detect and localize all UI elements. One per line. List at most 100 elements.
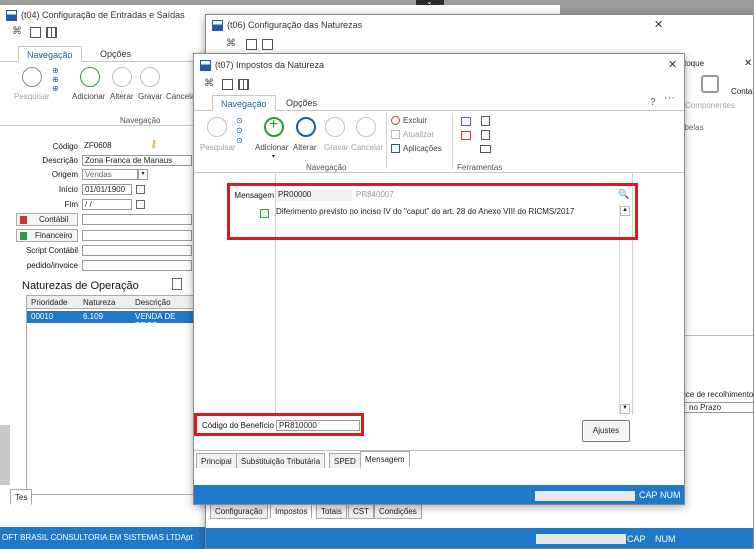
script-field[interactable] bbox=[82, 245, 192, 256]
grid-icon[interactable] bbox=[262, 39, 273, 50]
tab-substituicao-tributaria[interactable]: Substituição Tributária bbox=[236, 453, 326, 469]
search-icon[interactable] bbox=[207, 117, 227, 137]
book-red-icon bbox=[20, 216, 27, 224]
calendar-icon[interactable] bbox=[136, 200, 145, 209]
script-label: Script Contábil bbox=[25, 246, 78, 255]
tab-configuracao[interactable]: Configuração bbox=[210, 503, 268, 519]
tab-sped[interactable]: SPED bbox=[329, 453, 361, 469]
quick-access-bar: ⌘ bbox=[12, 25, 62, 39]
componentes-label[interactable]: Componentes bbox=[685, 101, 735, 110]
nav-arrows-icon[interactable]: ⊙ ⊙ ⊙ bbox=[236, 116, 243, 146]
grid-icon[interactable] bbox=[238, 79, 249, 90]
calendar-icon[interactable] bbox=[30, 27, 41, 38]
col-descricao[interactable]: Descrição bbox=[135, 298, 171, 307]
origem-select[interactable]: Vendas bbox=[82, 169, 138, 180]
tab-principal[interactable]: Principal bbox=[196, 453, 237, 469]
titlebar: (t07) Impostos da Natureza bbox=[194, 54, 684, 76]
tab-opcoes[interactable]: Opções bbox=[92, 46, 139, 62]
excluir-label[interactable]: Excluir bbox=[403, 116, 427, 125]
grid-icon[interactable] bbox=[46, 27, 57, 38]
tab-cst[interactable]: CST bbox=[348, 503, 374, 519]
adicionar-label[interactable]: Adicionar bbox=[72, 92, 105, 101]
gravar-label[interactable]: Gravar bbox=[138, 92, 162, 101]
contabil-field[interactable] bbox=[82, 214, 192, 225]
expand-icon[interactable]: ⌘ bbox=[204, 78, 215, 89]
close-icon[interactable]: ✕ bbox=[654, 18, 663, 31]
codigo-field[interactable]: ZF0608 bbox=[82, 141, 142, 152]
dropdown-arrow-icon[interactable]: ▾ bbox=[272, 153, 275, 160]
table-row[interactable]: 00010 6.109 VENDA DE PROD bbox=[27, 311, 197, 330]
tab-totais[interactable]: Totais bbox=[316, 503, 347, 519]
help-icon[interactable]: ? bbox=[650, 97, 656, 108]
arrows-icon[interactable]: ⊕ ⊕ ⊕ bbox=[52, 66, 59, 93]
more-icon[interactable]: ··· bbox=[664, 92, 675, 104]
check-icon[interactable] bbox=[140, 67, 160, 87]
add-icon[interactable] bbox=[80, 67, 100, 87]
expand-icon[interactable]: ⌘ bbox=[226, 38, 237, 49]
titlebar: (t06) Configuração das Naturezas bbox=[206, 15, 753, 35]
prazo-field[interactable]: no Prazo bbox=[684, 402, 753, 413]
status-field bbox=[535, 491, 635, 501]
message-icon[interactable] bbox=[461, 117, 471, 126]
atualizar-label[interactable]: Atualizar bbox=[403, 130, 434, 139]
alterar-label[interactable]: Alterar bbox=[110, 92, 134, 101]
edit-icon[interactable] bbox=[112, 67, 132, 87]
financeiro-field[interactable] bbox=[82, 230, 192, 241]
financeiro-button[interactable]: Financeiro bbox=[16, 229, 78, 242]
inicio-field[interactable]: 01/01/1900 bbox=[82, 184, 132, 195]
calendar-icon[interactable] bbox=[246, 39, 257, 50]
inicio-label: Início bbox=[58, 185, 78, 194]
origem-label: Origem bbox=[51, 170, 78, 179]
cancelar-label[interactable]: Cancelar bbox=[351, 143, 383, 152]
status-field bbox=[536, 534, 626, 544]
tab-opcoes[interactable]: Opções bbox=[278, 95, 325, 111]
aplicacoes-icon[interactable] bbox=[391, 144, 400, 153]
tab-mensagem[interactable]: Mensagem bbox=[360, 451, 410, 467]
contab-label[interactable]: Contab bbox=[731, 87, 753, 96]
tab-condicoes[interactable]: Condições bbox=[374, 503, 422, 519]
close-icon[interactable]: ✕ bbox=[668, 58, 677, 71]
gravar-label[interactable]: Gravar bbox=[324, 143, 348, 152]
pedido-field[interactable] bbox=[82, 260, 192, 271]
col-prioridade[interactable]: Prioridade bbox=[31, 298, 67, 307]
print-icon[interactable] bbox=[480, 145, 491, 153]
search-icon[interactable] bbox=[22, 67, 42, 87]
pesquisar-label[interactable]: Pesquisar bbox=[200, 143, 236, 152]
aplicacoes-label[interactable]: Aplicações bbox=[403, 144, 442, 153]
financeiro-label: Financeiro bbox=[35, 231, 73, 240]
dropdown-icon[interactable]: ▾ bbox=[138, 169, 148, 180]
tab-impostos[interactable]: Impostos bbox=[270, 503, 313, 519]
language-text: pt bbox=[186, 533, 193, 542]
document-icon[interactable] bbox=[481, 130, 490, 140]
bottom-tab-tes[interactable]: Tes bbox=[10, 489, 33, 505]
scroll-down-icon[interactable]: ▼ bbox=[620, 404, 630, 414]
quick-access-bar: ⌘ bbox=[204, 77, 254, 91]
expand-icon[interactable]: ⌘ bbox=[12, 26, 23, 37]
recolhimento-label: ice de recolhimento bbox=[684, 390, 754, 399]
undo-icon[interactable] bbox=[356, 117, 376, 137]
adicionar-label[interactable]: Adicionar bbox=[255, 143, 288, 152]
tab-navegacao[interactable]: Navegação bbox=[18, 46, 82, 62]
table-header: Prioridade Natureza Descrição bbox=[27, 296, 197, 309]
descricao-field[interactable]: Zona Franca de Manaus bbox=[82, 155, 192, 166]
calendar-icon[interactable] bbox=[222, 79, 233, 90]
window-title: (t04) Configuração de Entradas e Saídas bbox=[21, 10, 185, 20]
edit-icon[interactable] bbox=[296, 117, 316, 137]
app-icon bbox=[212, 19, 223, 31]
atualizar-icon[interactable] bbox=[391, 130, 400, 139]
check-icon[interactable] bbox=[325, 117, 345, 137]
copy-icon[interactable] bbox=[481, 116, 490, 126]
tab-navegacao[interactable]: Navegação bbox=[212, 95, 276, 111]
calendar-icon[interactable] bbox=[136, 185, 145, 194]
col-natureza[interactable]: Natureza bbox=[83, 298, 115, 307]
list-icon[interactable] bbox=[461, 131, 471, 140]
fim-field[interactable]: / / bbox=[82, 199, 132, 210]
puzzle-icon[interactable] bbox=[701, 75, 719, 93]
excluir-icon[interactable] bbox=[391, 116, 400, 125]
ajustes-button[interactable]: Ajustes bbox=[582, 420, 630, 442]
alterar-label[interactable]: Alterar bbox=[293, 143, 317, 152]
cap-indicator: CAP bbox=[627, 534, 646, 544]
close-icon[interactable]: ✕ bbox=[744, 58, 752, 69]
doc-icon[interactable] bbox=[172, 278, 182, 290]
contabil-button[interactable]: Contábil bbox=[16, 213, 78, 226]
